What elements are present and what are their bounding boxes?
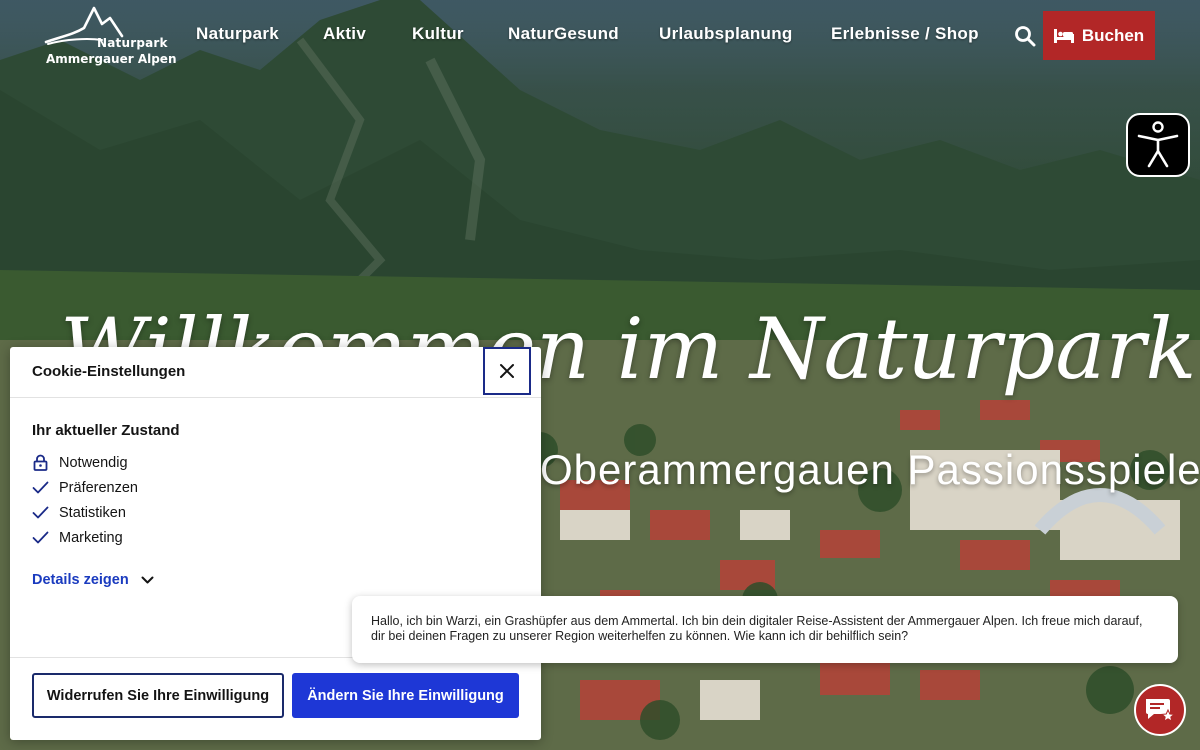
- details-toggle[interactable]: Details zeigen: [32, 572, 154, 588]
- chat-launcher-button[interactable]: [1134, 684, 1186, 736]
- cookie-dialog-title: Cookie-Einstellungen: [32, 363, 186, 380]
- list-item: Statistiken: [32, 500, 138, 525]
- search-icon: [1015, 26, 1036, 47]
- consent-label-statistiken: Statistiken: [59, 504, 126, 521]
- bed-icon: [1053, 28, 1074, 43]
- lock-icon: [33, 454, 48, 471]
- list-item: Marketing: [32, 525, 138, 550]
- accessibility-button[interactable]: [1126, 113, 1190, 177]
- logo-line-2: Ammergauer Alpen: [46, 52, 177, 66]
- cookie-state-heading: Ihr aktueller Zustand: [32, 422, 180, 439]
- search-button[interactable]: [1014, 25, 1036, 47]
- book-button[interactable]: Buchen: [1043, 11, 1155, 60]
- check-icon: [32, 481, 49, 494]
- check-icon: [32, 506, 49, 519]
- nav-item-aktiv[interactable]: Aktiv: [323, 24, 366, 44]
- chat-bubble-star-icon: [1146, 699, 1176, 723]
- book-button-label: Buchen: [1081, 25, 1145, 45]
- accessibility-person-icon: [1137, 121, 1179, 168]
- cookie-settings-dialog: Cookie-Einstellungen Ihr aktueller Zusta…: [10, 347, 541, 740]
- consent-label-marketing: Marketing: [59, 529, 123, 546]
- change-consent-button[interactable]: Ändern Sie Ihre Einwilligung: [292, 673, 519, 718]
- hero-subtitle: Oberammergauen Passionsspiele: [540, 446, 1200, 493]
- chat-welcome-message[interactable]: Hallo, ich bin Warzi, ein Grashüpfer aus…: [352, 596, 1178, 663]
- revoke-consent-button[interactable]: Widerrufen Sie Ihre Einwilligung: [32, 673, 284, 718]
- cookie-close-button[interactable]: [483, 347, 531, 395]
- check-icon: [32, 531, 49, 544]
- consent-label-praeferenzen: Präferenzen: [59, 479, 138, 496]
- nav-item-naturgesund[interactable]: NaturGesund: [508, 24, 619, 44]
- nav-item-naturpark[interactable]: Naturpark: [196, 24, 279, 44]
- cookie-consent-list: Notwendig Präferenzen Statistiken Market…: [32, 450, 138, 550]
- consent-label-notwendig: Notwendig: [59, 454, 128, 471]
- details-toggle-label: Details zeigen: [32, 572, 129, 588]
- logo-line-1: Naturpark: [97, 36, 168, 50]
- list-item: Präferenzen: [32, 475, 138, 500]
- nav-item-urlaubsplanung[interactable]: Urlaubsplanung: [659, 24, 793, 44]
- nav-item-erlebnisse-shop[interactable]: Erlebnisse / Shop: [831, 24, 979, 44]
- cookie-divider: [10, 397, 541, 398]
- site-logo[interactable]: Naturpark Ammergauer Alpen: [40, 6, 177, 68]
- site-header: Naturpark Ammergauer Alpen Naturpark Akt…: [0, 0, 1200, 75]
- close-icon: [500, 364, 514, 378]
- nav-item-kultur[interactable]: Kultur: [412, 24, 464, 44]
- list-item: Notwendig: [32, 450, 138, 475]
- chevron-down-icon: [141, 576, 154, 583]
